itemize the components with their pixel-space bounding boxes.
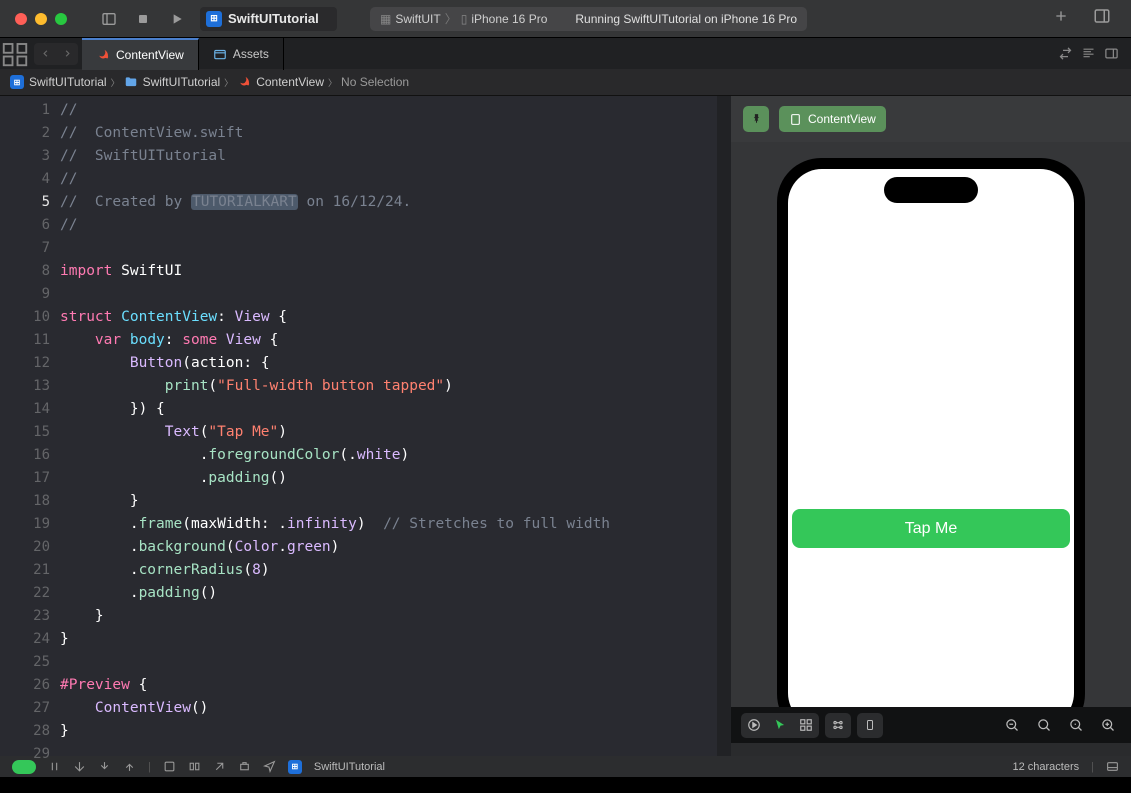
zoom-out-button[interactable] <box>999 713 1025 738</box>
breadcrumb-project: SwiftUITutorial <box>29 75 107 89</box>
close-window[interactable] <box>15 13 27 25</box>
minimap-icon[interactable] <box>1081 46 1096 61</box>
dynamic-island <box>884 177 978 203</box>
line-gutter: 1234567891011121314151617181920212223242… <box>0 96 60 756</box>
add-tab-button[interactable] <box>1053 8 1069 29</box>
iphone-frame: Tap Me <box>777 158 1085 707</box>
tap-me-button[interactable]: Tap Me <box>792 509 1070 548</box>
device-icon: ▯ <box>461 12 468 26</box>
tab-label: Assets <box>233 47 269 61</box>
device-button[interactable] <box>857 713 883 738</box>
code-editor[interactable]: 1234567891011121314151617181920212223242… <box>0 96 731 756</box>
app-icon: ⊞ <box>10 75 24 89</box>
related-items-icon[interactable] <box>0 38 30 70</box>
stop-button[interactable] <box>126 5 160 33</box>
memory-graph-icon[interactable] <box>188 760 201 773</box>
zoom-fit-button[interactable] <box>1031 713 1057 738</box>
iphone-screen: Tap Me <box>788 169 1074 707</box>
zoom-actual-button[interactable] <box>1063 713 1089 738</box>
app-icon: ⊞ <box>288 760 302 774</box>
pin-preview-button[interactable] <box>743 106 769 132</box>
breadcrumb-file: ContentView <box>256 75 324 89</box>
tab-contentview[interactable]: ContentView <box>82 38 199 70</box>
run-button[interactable] <box>160 5 194 33</box>
tab-assets[interactable]: Assets <box>199 38 284 70</box>
step-out-icon[interactable] <box>123 760 136 773</box>
app-small-icon: ▦ <box>380 12 391 26</box>
toggle-debug-area-icon[interactable] <box>1106 760 1119 773</box>
toggle-inspector-icon[interactable] <box>1093 7 1111 30</box>
minimize-window[interactable] <box>35 13 47 25</box>
simulate-location-icon[interactable] <box>213 760 226 773</box>
status-left: SwiftUIT <box>395 12 440 26</box>
variants-button[interactable] <box>793 713 819 738</box>
preview-title: ContentView <box>808 112 876 126</box>
app-icon: ⊞ <box>206 11 222 27</box>
breadcrumb-folder: SwiftUITutorial <box>143 75 221 89</box>
debug-view-icon[interactable] <box>163 760 176 773</box>
sync-icon[interactable] <box>1058 46 1073 61</box>
assets-icon <box>213 47 227 61</box>
status-text: Running SwiftUITutorial on iPhone 16 Pro <box>575 12 797 26</box>
preview-selector[interactable]: ContentView <box>779 106 886 132</box>
step-over-icon[interactable] <box>73 760 86 773</box>
selection-info: 12 characters <box>1012 761 1079 773</box>
project-name: SwiftUITutorial <box>228 11 319 26</box>
adjust-editor-icon[interactable] <box>1104 46 1119 61</box>
swift-file-icon <box>237 75 251 89</box>
breadcrumb[interactable]: ⊞ SwiftUITutorial 〉 SwiftUITutorial 〉 Co… <box>0 69 1131 96</box>
nav-forward-button[interactable] <box>56 43 78 65</box>
footer-project: SwiftUITutorial <box>314 761 385 773</box>
zoom-in-button[interactable] <box>1095 713 1121 738</box>
folder-icon <box>124 75 138 89</box>
toggle-navigator-icon[interactable] <box>92 5 126 33</box>
swift-file-icon <box>96 48 110 62</box>
nav-back-button[interactable] <box>34 43 56 65</box>
code-content[interactable]: // // ContentView.swift // SwiftUITutori… <box>60 96 731 756</box>
selectable-preview-button[interactable] <box>767 713 793 738</box>
device-name: iPhone 16 Pro <box>471 12 547 26</box>
zoom-window[interactable] <box>55 13 67 25</box>
horizontal-scrollbar[interactable] <box>731 743 1131 756</box>
status-bar[interactable]: ▦ SwiftUIT 〉 ▯ iPhone 16 Pro Running Swi… <box>370 7 807 31</box>
step-into-icon[interactable] <box>98 760 111 773</box>
breadcrumb-selection: No Selection <box>341 75 409 89</box>
tab-label: ContentView <box>116 48 184 62</box>
location-icon[interactable] <box>263 760 276 773</box>
live-preview-button[interactable] <box>741 713 767 738</box>
device-settings-button[interactable] <box>825 713 851 738</box>
environment-overrides-icon[interactable] <box>238 760 251 773</box>
scheme-selector[interactable]: ⊞ SwiftUITutorial <box>200 7 337 31</box>
preview-canvas[interactable]: Tap Me <box>731 142 1131 707</box>
vertical-scrollbar[interactable] <box>717 96 731 756</box>
